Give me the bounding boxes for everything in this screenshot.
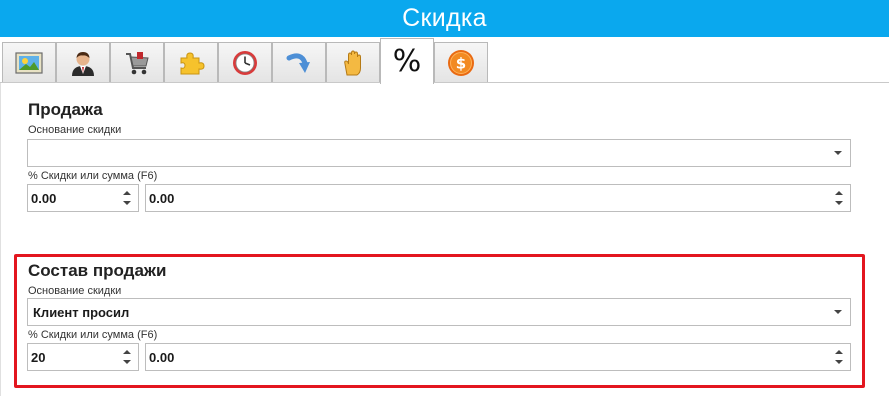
arrow-icon: [286, 52, 310, 73]
sale-percent-value: 0.00: [31, 190, 57, 206]
tab-clock[interactable]: [218, 42, 272, 82]
percent-icon: %: [392, 44, 422, 79]
tab-dollar[interactable]: $: [434, 42, 488, 82]
picture-icon: [15, 51, 43, 74]
cart-icon: [126, 51, 149, 74]
spin-up-icon[interactable]: [835, 191, 843, 195]
sale-items-reason-value: Клиент просил: [33, 304, 130, 320]
sale-items-amount-spinner[interactable]: 0.00: [145, 343, 851, 371]
sale-discount-label: % Скидки или сумма (F6): [28, 170, 158, 182]
tab-puzzle[interactable]: [164, 42, 218, 82]
hand-icon: [344, 49, 361, 75]
content-border: [0, 83, 1, 396]
spin-down-icon[interactable]: [123, 360, 131, 364]
sale-section-title: Продажа: [28, 100, 103, 119]
sale-reason-combo[interactable]: [27, 139, 851, 167]
svg-text:$: $: [456, 54, 466, 72]
spin-up-icon[interactable]: [835, 350, 843, 354]
sale-percent-spinner[interactable]: 0.00: [27, 184, 139, 212]
tab-arrow[interactable]: [272, 42, 326, 82]
tab-hand[interactable]: [326, 42, 380, 82]
window-title-bar: Скидка: [0, 0, 889, 37]
tab-user[interactable]: [56, 42, 110, 82]
sale-amount-value: 0.00: [149, 190, 175, 206]
sale-items-percent-value: 20: [31, 349, 46, 365]
spin-down-icon[interactable]: [123, 201, 131, 205]
sale-items-amount-value: 0.00: [149, 349, 175, 365]
sale-items-section-title: Состав продажи: [28, 261, 167, 280]
sale-items-discount-label: % Скидки или сумма (F6): [28, 329, 158, 341]
user-icon: [72, 51, 94, 76]
tab-picture[interactable]: [2, 42, 56, 82]
spin-down-icon[interactable]: [835, 360, 843, 364]
chevron-down-icon[interactable]: [826, 140, 850, 166]
spin-up-icon[interactable]: [123, 191, 131, 195]
sale-items-reason-combo[interactable]: Клиент просил: [27, 298, 851, 326]
sale-items-percent-spinner[interactable]: 20: [27, 343, 139, 371]
tab-percent[interactable]: %: [380, 38, 434, 84]
sale-items-reason-label: Основание скидки: [28, 285, 122, 297]
spin-up-icon[interactable]: [123, 350, 131, 354]
sale-amount-spinner[interactable]: 0.00: [145, 184, 851, 212]
clock-icon: [233, 50, 257, 75]
tab-strip: % $: [0, 37, 889, 84]
spin-down-icon[interactable]: [835, 201, 843, 205]
chevron-down-icon[interactable]: [826, 299, 850, 325]
dollar-coin-icon: $: [448, 49, 474, 76]
window-title: Скидка: [402, 4, 487, 32]
tab-cart[interactable]: [110, 42, 164, 82]
puzzle-icon: [180, 51, 205, 74]
sale-reason-label: Основание скидки: [28, 124, 122, 136]
